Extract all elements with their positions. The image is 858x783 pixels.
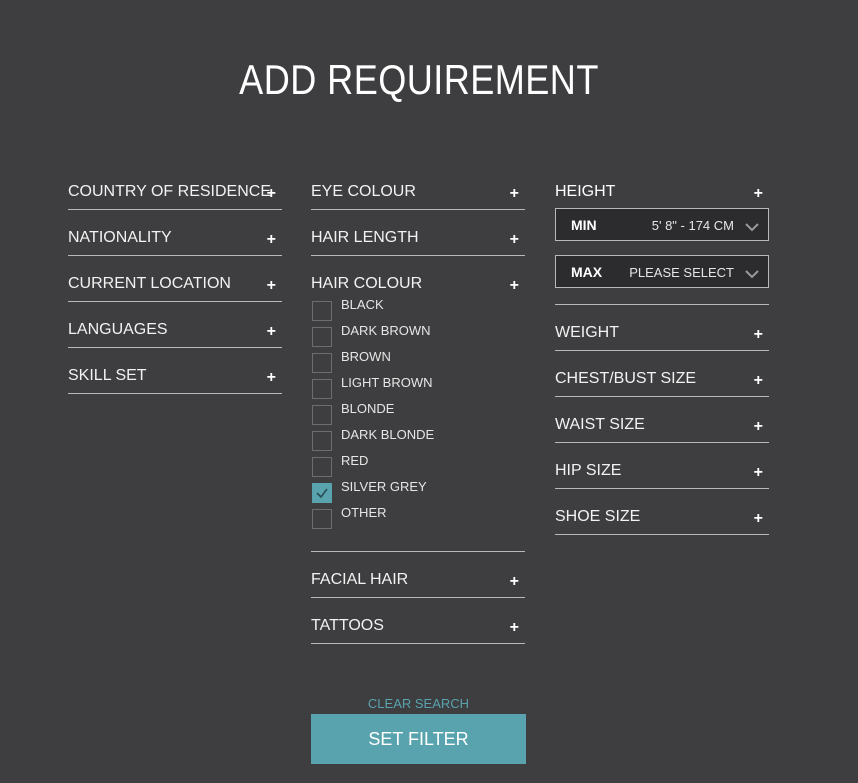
row-label: WEIGHT [555,324,619,341]
row-tattoos[interactable]: TATTOOS + [311,612,525,644]
plus-icon[interactable]: + [754,510,763,528]
checkbox-label: DARK BLONDE [341,427,435,442]
row-label: HIP SIZE [555,462,622,479]
plus-icon[interactable]: + [267,323,276,341]
plus-icon[interactable]: + [754,326,763,344]
column-middle: EYE COLOUR + HAIR LENGTH + HAIR COLOUR +… [311,178,525,658]
select-value: PLEASE SELECT [629,265,734,280]
checkbox-label: OTHER [341,505,387,520]
checkbox-label: LIGHT BROWN [341,375,433,390]
select-key: MIN [571,217,597,233]
plus-icon[interactable]: + [510,277,519,295]
row-chest-bust-size[interactable]: CHEST/BUST SIZE + [555,365,769,397]
checkbox-label: SILVER GREY [341,479,427,494]
set-filter-button[interactable]: SET FILTER [311,714,526,764]
row-facial-hair[interactable]: FACIAL HAIR + [311,566,525,598]
plus-icon[interactable]: + [267,277,276,295]
plus-icon[interactable]: + [510,231,519,249]
divider [311,551,525,552]
chevron-down-icon [745,266,759,284]
plus-icon[interactable]: + [754,418,763,436]
select-key: MAX [571,264,603,280]
row-country-of-residence[interactable]: COUNTRY OF RESIDENCE + [68,178,282,210]
row-label: HAIR LENGTH [311,229,419,246]
checkbox[interactable] [312,353,332,373]
checkbox-label: RED [341,453,369,468]
checkbox-label: BROWN [341,349,391,364]
plus-icon[interactable]: + [267,369,276,387]
plus-icon[interactable]: + [510,619,519,637]
row-languages[interactable]: LANGUAGES + [68,316,282,348]
row-label: SHOE SIZE [555,508,641,525]
row-label: WAIST SIZE [555,416,645,433]
plus-icon[interactable]: + [754,372,763,390]
checkbox[interactable] [312,483,332,503]
checkbox[interactable] [312,509,332,529]
row-weight[interactable]: WEIGHT + [555,319,769,351]
checkbox-label: BLONDE [341,401,395,416]
plus-icon[interactable]: + [754,185,763,203]
row-label: COUNTRY OF RESIDENCE [68,183,271,200]
divider [555,304,769,305]
plus-icon[interactable]: + [267,231,276,249]
row-hair-length[interactable]: HAIR LENGTH + [311,224,525,256]
checkbox[interactable] [312,431,332,451]
column-right: HEIGHT + MIN 5' 8" - 174 CM MAX PLEASE S… [555,178,769,549]
checkbox[interactable] [312,379,332,399]
checkbox[interactable] [312,457,332,477]
clear-search-link[interactable]: CLEAR SEARCH [311,696,526,711]
hair-colour-options: BLACK DARK BROWN BROWN LIGHT BROWN BLONDE DAR… [311,297,525,535]
row-current-location[interactable]: CURRENT LOCATION + [68,270,282,302]
checkbox[interactable] [312,301,332,321]
checkbox[interactable] [312,405,332,425]
plus-icon[interactable]: + [267,185,276,203]
row-label: TATTOOS [311,617,384,634]
column-left: COUNTRY OF RESIDENCE + NATIONALITY + CUR… [68,178,282,408]
select-value: 5' 8" - 174 CM [651,218,734,233]
row-skill-set[interactable]: SKILL SET + [68,362,282,394]
page-title: ADD REQUIREMENT [239,56,599,103]
row-waist-size[interactable]: WAIST SIZE + [555,411,769,443]
row-shoe-size[interactable]: SHOE SIZE + [555,503,769,535]
checkbox-label: BLACK [341,297,384,312]
height-max-select[interactable]: MAX PLEASE SELECT [555,255,769,288]
checkbox[interactable] [312,327,332,347]
row-nationality[interactable]: NATIONALITY + [68,224,282,256]
row-label: FACIAL HAIR [311,571,409,588]
row-label: HEIGHT [555,183,616,200]
row-height[interactable]: HEIGHT + [555,178,769,208]
checkbox-item[interactable]: OTHER [311,505,525,535]
row-label: CURRENT LOCATION [68,275,231,292]
row-label: CHEST/BUST SIZE [555,370,697,387]
plus-icon[interactable]: + [754,464,763,482]
height-min-select[interactable]: MIN 5' 8" - 174 CM [555,208,769,241]
chevron-down-icon [745,219,759,237]
checkbox-label: DARK BROWN [341,323,431,338]
row-eye-colour[interactable]: EYE COLOUR + [311,178,525,210]
plus-icon[interactable]: + [510,185,519,203]
plus-icon[interactable]: + [510,573,519,591]
row-label: LANGUAGES [68,321,168,338]
checkmark-icon [316,488,328,499]
row-label: SKILL SET [68,367,147,384]
row-hip-size[interactable]: HIP SIZE + [555,457,769,489]
row-label: HAIR COLOUR [311,275,423,292]
row-label: EYE COLOUR [311,183,416,200]
row-label: NATIONALITY [68,229,172,246]
